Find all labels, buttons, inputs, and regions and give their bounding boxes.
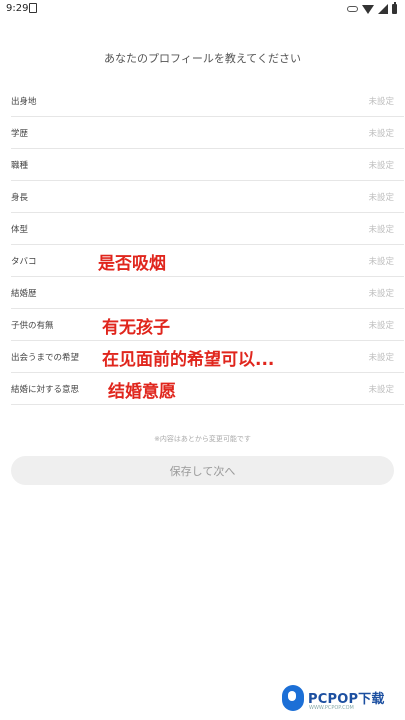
row-value: 未設定 <box>368 289 394 299</box>
row-label: 体型 <box>11 225 29 235</box>
row-label: 結婚に対する意思 <box>11 385 80 395</box>
row-value: 未設定 <box>368 353 394 363</box>
status-time: 9:29 <box>6 3 29 14</box>
footer-note: ※内容はあとから変更可能です <box>154 435 251 443</box>
notification-app-icon <box>29 3 37 13</box>
profile-row-education[interactable]: 学歴 未設定 <box>11 117 404 149</box>
watermark: PCPOP下载 WWW.PCPOP.COM <box>282 683 402 717</box>
profile-row-marital-history[interactable]: 結婚歴 未設定 <box>11 277 404 309</box>
profile-row-height[interactable]: 身長 未設定 <box>11 181 404 213</box>
profile-row-children[interactable]: 子供の有無 有无孩子 未設定 <box>11 309 404 341</box>
status-bar: 9:29 <box>0 0 405 18</box>
row-label: 結婚歴 <box>11 289 37 299</box>
pcpop-logo-icon <box>282 685 304 711</box>
row-label: 職種 <box>11 161 29 171</box>
annotation-smoking: 是否吸烟 <box>98 254 166 274</box>
watermark-sub: WWW.PCPOP.COM <box>309 705 354 711</box>
row-label: 出会うまでの希望 <box>11 353 80 363</box>
profile-row-tobacco[interactable]: タバコ 是否吸烟 未設定 <box>11 245 404 277</box>
row-label: 身長 <box>11 193 29 203</box>
annotation-children: 有无孩子 <box>102 318 170 338</box>
profile-row-meeting-hope[interactable]: 出会うまでの希望 在见面前的希望可以... 未設定 <box>11 341 404 373</box>
link-icon <box>347 6 358 12</box>
page-title: あなたのプロフィールを教えてください <box>104 52 301 65</box>
status-icons <box>347 2 397 15</box>
row-value: 未設定 <box>368 129 394 139</box>
row-label: 出身地 <box>11 97 37 107</box>
row-value: 未設定 <box>368 97 394 107</box>
profile-row-occupation[interactable]: 職種 未設定 <box>11 149 404 181</box>
row-label: タバコ <box>11 257 37 267</box>
annotation-meeting-hope: 在见面前的希望可以... <box>102 350 275 370</box>
profile-row-body-type[interactable]: 体型 未設定 <box>11 213 404 245</box>
row-label: 学歴 <box>11 129 29 139</box>
profile-row-marriage-intent[interactable]: 結婚に対する意思 结婚意愿 未設定 <box>11 373 404 405</box>
row-value: 未設定 <box>368 321 394 331</box>
profile-row-hometown[interactable]: 出身地 未設定 <box>11 85 404 117</box>
signal-icon <box>378 4 388 14</box>
wifi-icon <box>362 4 374 14</box>
row-value: 未設定 <box>368 161 394 171</box>
annotation-marriage-intent: 结婚意愿 <box>108 382 176 402</box>
battery-icon <box>392 2 397 14</box>
row-value: 未設定 <box>368 225 394 235</box>
profile-list: 出身地 未設定 学歴 未設定 職種 未設定 身長 未設定 体型 未設定 タバコ … <box>11 85 404 405</box>
save-next-button[interactable]: 保存して次へ <box>11 456 394 485</box>
row-value: 未設定 <box>368 385 394 395</box>
row-label: 子供の有無 <box>11 321 54 331</box>
row-value: 未設定 <box>368 193 394 203</box>
row-value: 未設定 <box>368 257 394 267</box>
